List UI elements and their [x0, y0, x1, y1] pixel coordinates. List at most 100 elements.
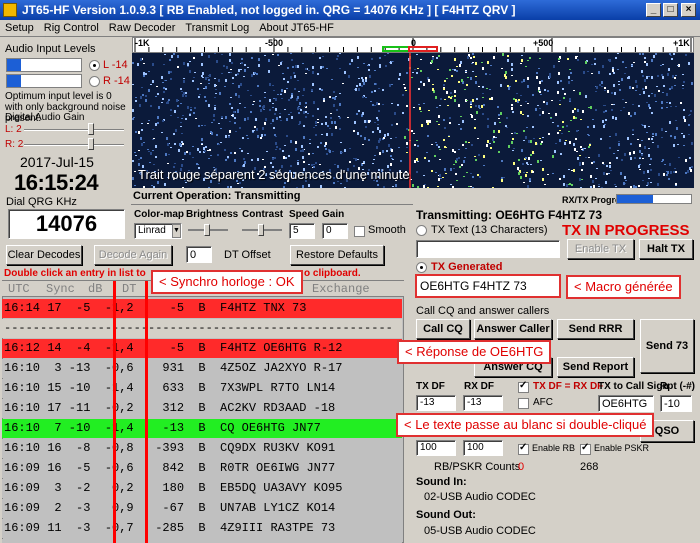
- rpt-label: Rpt (-#): [660, 381, 695, 392]
- menu-setup[interactable]: Setup: [0, 20, 39, 36]
- table-row[interactable]: 16:10 3 -13 -0,6 931 B 4Z5OZ JA2XYO R-17: [2, 359, 402, 378]
- gain-input[interactable]: 0: [322, 223, 348, 239]
- brightness-label: Brightness: [186, 209, 239, 220]
- chevron-down-icon[interactable]: ▼: [172, 224, 181, 238]
- gain-r-label: R: 2: [5, 139, 24, 150]
- count-pskr: 268: [580, 461, 599, 473]
- enable-rb-checkbox[interactable]: [518, 442, 529, 455]
- callers-label: Call CQ and answer callers: [416, 305, 550, 317]
- gain-l-slider[interactable]: [24, 129, 124, 131]
- left-level-meter: [6, 58, 82, 72]
- tx-generated-label: TX Generated: [431, 261, 503, 273]
- rx-marker: [382, 46, 410, 52]
- minimize-button[interactable]: _: [646, 3, 661, 17]
- table-row[interactable]: 16:09 7 -4 -0,4 754 B AF4K RZ1OA RR73: [2, 539, 402, 543]
- header-sync: Sync: [46, 282, 75, 296]
- scale-label-minus1k: -1K: [135, 38, 150, 48]
- contrast-label: Contrast: [242, 209, 284, 220]
- tx-text-radio[interactable]: [416, 225, 427, 236]
- halt-tx-button[interactable]: Halt TX: [639, 239, 693, 259]
- send-73-button[interactable]: Send 73: [640, 319, 694, 373]
- gain-r-slider[interactable]: [24, 144, 124, 146]
- right-level-label: R -14: [103, 75, 130, 87]
- brightness-thumb[interactable]: [204, 224, 210, 236]
- dial-qrg-field[interactable]: 14076: [8, 209, 125, 239]
- table-row[interactable]: 16:09 2 -3 0,9 -67 B UN7AB LY1CZ KO14: [2, 499, 402, 518]
- dt-offset-input[interactable]: 0: [186, 246, 212, 263]
- counts-label: RB/PSKR Counts: [434, 461, 521, 473]
- decode-hint: Double click an entry in list to: [4, 268, 146, 279]
- send-rrr-button[interactable]: Send RRR: [557, 319, 634, 339]
- dt-column-marker-right: [145, 281, 148, 543]
- tx-in-progress: TX IN PROGRESS: [562, 222, 690, 239]
- menu-transmit-log[interactable]: Transmit Log: [180, 20, 254, 36]
- gain-l-thumb[interactable]: [88, 123, 94, 135]
- dt-offset-label: DT Offset: [224, 249, 271, 261]
- menu-rig-control[interactable]: Rig Control: [39, 20, 104, 36]
- title-bar: JT65-HF Version 1.0.9.3 [ RB Enabled, no…: [0, 0, 700, 20]
- maximize-button[interactable]: □: [663, 3, 678, 17]
- table-row[interactable]: 16:12 14 -4 -1,4 -5 B F4HTZ OE6HTG R-12: [2, 339, 402, 358]
- sound-in-value: 02-USB Audio CODEC: [424, 491, 536, 503]
- contrast-thumb[interactable]: [258, 224, 264, 236]
- sound-out-label: Sound Out:: [416, 509, 476, 521]
- table-row[interactable]: 16:09 16 -5 -0,6 842 B R0TR OE6IWG JN77: [2, 459, 402, 478]
- menu-bar: Setup Rig Control Raw Decoder Transmit Log A…: [0, 20, 700, 37]
- call-sign-input[interactable]: OE6HTG: [598, 395, 654, 412]
- gain-label: Digital Audio Gain: [5, 112, 85, 123]
- close-button[interactable]: ×: [681, 3, 696, 17]
- rxtx-progress-fill: [617, 195, 653, 203]
- menu-about[interactable]: About JT65-HF: [254, 20, 339, 36]
- answer-caller-button[interactable]: Answer Caller: [474, 319, 552, 339]
- waterfall-display[interactable]: Trait rouge séparent 2 séquences d'une m…: [132, 53, 694, 188]
- table-row[interactable]: 16:14 17 -5 -1,2 -5 B F4HTZ TNX 73: [2, 299, 402, 318]
- tx-eq-rx-checkbox[interactable]: [518, 380, 529, 393]
- send-report-button[interactable]: Send Report: [557, 357, 634, 377]
- restore-defaults-button[interactable]: Restore Defaults: [290, 245, 384, 265]
- table-row[interactable]: 16:09 11 -3 -0,7 -285 B 4Z9III RA3TPE 73: [2, 519, 402, 538]
- scale-label-minus500: -500: [265, 38, 284, 48]
- count-rb: 0: [518, 461, 525, 473]
- afc-label: AFC: [533, 397, 553, 408]
- call-cq-button[interactable]: Call CQ: [416, 319, 470, 339]
- transmitting-label: Transmitting: OE6HTG F4HTZ 73: [416, 208, 603, 222]
- header-db: dB: [88, 282, 103, 296]
- annotation-texte: < Le texte passe au blanc si double-cliq…: [396, 413, 655, 437]
- date-display: 2017-Jul-15: [20, 154, 94, 170]
- table-row[interactable]: ----------------------------------------…: [2, 319, 402, 338]
- decode-again-button[interactable]: Decode Again: [94, 245, 172, 265]
- table-row[interactable]: 16:10 7 -10 -1,4 -13 B CQ OE6HTG JN77: [2, 419, 402, 438]
- frequency-scale: -1K -500 0 +500 +1K: [132, 37, 694, 53]
- audio-levels-header: Audio Input Levels: [5, 43, 96, 55]
- time-display: 16:15:24: [14, 170, 99, 195]
- gain-r-thumb[interactable]: [88, 138, 94, 150]
- table-row[interactable]: 16:09 3 -2 0,2 180 B EB5DQ UA3AVY KO95: [2, 479, 402, 498]
- enable-tx-button[interactable]: Enable TX: [567, 239, 634, 259]
- tx-generated-radio[interactable]: [416, 262, 427, 273]
- decode-hint-tail: o clipboard.: [304, 268, 361, 279]
- table-row[interactable]: 16:10 17 -11 -0,2 312 B AC2KV RD3AAD -18: [2, 399, 402, 418]
- clear-decodes-button[interactable]: Clear Decodes: [6, 245, 82, 265]
- rpt-input[interactable]: -10: [660, 395, 692, 412]
- speed-input[interactable]: 5: [289, 223, 315, 239]
- tx-generated-field[interactable]: OE6HTG F4HTZ 73: [415, 274, 561, 298]
- table-row[interactable]: 16:10 15 -10 -1,4 633 B 7X3WPL R7TO LN14: [2, 379, 402, 398]
- right-channel-radio[interactable]: [89, 76, 100, 87]
- annotation-synchro: < Synchro horloge : OK: [151, 270, 303, 294]
- enable-pskr-checkbox[interactable]: [580, 442, 591, 455]
- left-level-label: L -14: [103, 59, 128, 71]
- table-row[interactable]: 16:10 16 -8 -0,8 -393 B CQ9DX RU3KV KO91: [2, 439, 402, 458]
- afc-checkbox[interactable]: [518, 398, 529, 409]
- window-title: JT65-HF Version 1.0.9.3 [ RB Enabled, no…: [22, 3, 516, 17]
- annotation-reponse: < Réponse de OE6HTG: [397, 340, 552, 364]
- menu-raw-decoder[interactable]: Raw Decoder: [104, 20, 181, 36]
- tx-text-input[interactable]: [416, 240, 560, 258]
- enable-rb-label: Enable RB: [532, 443, 576, 453]
- value-input-1[interactable]: 100: [416, 440, 456, 456]
- smooth-checkbox[interactable]: [354, 226, 365, 237]
- value-input-2[interactable]: 100: [463, 440, 503, 456]
- rx-df-input[interactable]: -13: [463, 395, 503, 411]
- left-channel-radio[interactable]: [89, 60, 100, 71]
- tx-df-input[interactable]: -13: [416, 395, 456, 411]
- colormap-label: Color-map: [134, 209, 184, 220]
